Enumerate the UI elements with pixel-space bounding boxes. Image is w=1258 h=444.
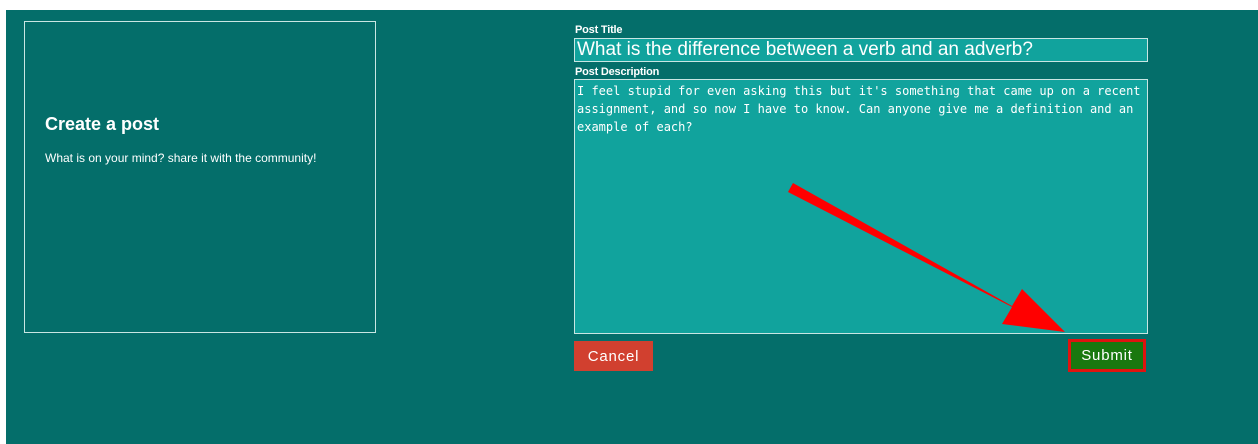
post-description-textarea[interactable]: I feel stupid for even asking this but i… xyxy=(574,79,1148,334)
post-title-input[interactable] xyxy=(574,38,1148,62)
create-post-card: Create a post What is on your mind? shar… xyxy=(24,21,376,333)
cancel-button[interactable]: Cancel xyxy=(574,341,653,371)
post-description-label: Post Description xyxy=(575,66,660,78)
create-post-heading: Create a post xyxy=(45,114,160,134)
create-post-subtitle: What is on your mind? share it with the … xyxy=(45,151,317,165)
submit-button[interactable]: Submit xyxy=(1068,339,1146,372)
post-title-label: Post Title xyxy=(575,24,623,36)
